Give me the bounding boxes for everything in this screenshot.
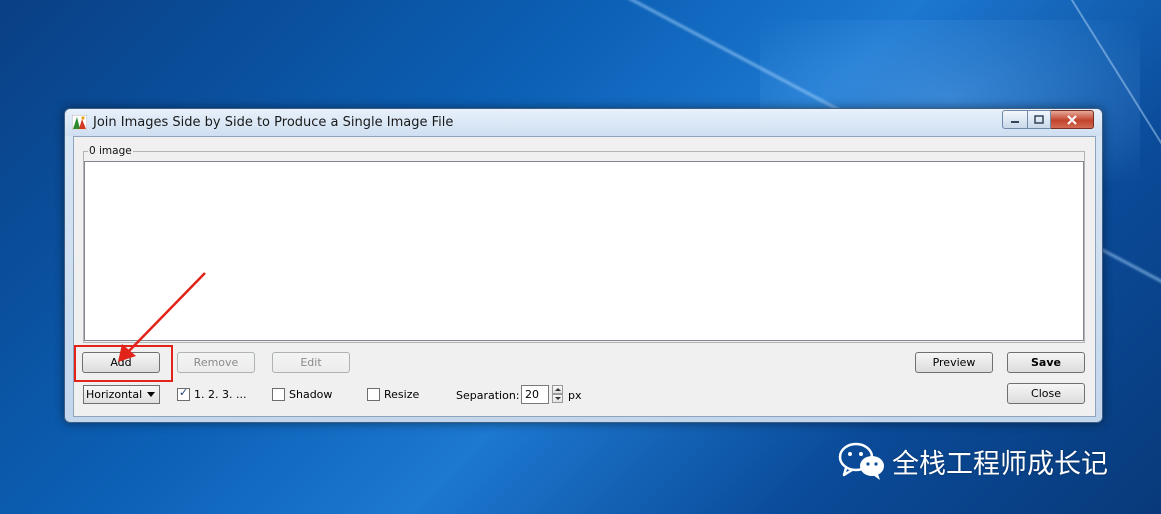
- close-icon: [1067, 114, 1077, 125]
- shadow-checkbox-box[interactable]: [272, 388, 285, 401]
- close-button[interactable]: Close: [1007, 383, 1085, 404]
- shadow-label: Shadow: [289, 388, 333, 401]
- minimize-icon: [1011, 120, 1019, 123]
- maximize-icon: [1034, 115, 1044, 124]
- image-count-label: 0 image: [88, 145, 133, 157]
- resize-checkbox-box[interactable]: [367, 388, 380, 401]
- preview-button[interactable]: Preview: [915, 352, 993, 373]
- add-button[interactable]: Add: [82, 352, 160, 373]
- separation-input[interactable]: 20: [521, 385, 549, 404]
- spin-up-icon[interactable]: [552, 385, 563, 394]
- close-window-button[interactable]: [1051, 110, 1094, 129]
- resize-label: Resize: [384, 388, 420, 401]
- numbering-checkbox-box[interactable]: ✓: [177, 386, 190, 401]
- title-bar[interactable]: Join Images Side by Side to Produce a Si…: [65, 109, 1102, 136]
- caption-buttons: [1002, 110, 1094, 129]
- remove-button[interactable]: Remove: [177, 352, 255, 373]
- window-title: Join Images Side by Side to Produce a Si…: [93, 115, 454, 130]
- separation-unit: px: [568, 389, 582, 402]
- spin-down-icon[interactable]: [552, 394, 563, 403]
- join-images-window: Join Images Side by Side to Produce a Si…: [64, 108, 1103, 423]
- chevron-down-icon: [147, 392, 155, 397]
- watermark-text: 全栈工程师成长记: [892, 448, 1108, 480]
- edit-button[interactable]: Edit: [272, 352, 350, 373]
- separation-label: Separation:: [456, 389, 520, 402]
- minimize-button[interactable]: [1002, 110, 1028, 129]
- separation-spinner[interactable]: [552, 385, 563, 404]
- maximize-button[interactable]: [1028, 110, 1051, 129]
- numbering-label: 1. 2. 3. ...: [194, 388, 247, 401]
- wechat-icon: [838, 442, 884, 480]
- shadow-checkbox[interactable]: Shadow: [272, 388, 332, 401]
- numbering-checkbox[interactable]: ✓ 1. 2. 3. ...: [177, 386, 247, 401]
- checkmark-icon: ✓: [179, 386, 189, 399]
- app-icon: [72, 115, 87, 130]
- save-button[interactable]: Save: [1007, 352, 1085, 373]
- watermark: 全栈工程师成长记: [838, 441, 1108, 481]
- orientation-select[interactable]: Horizontal: [83, 385, 160, 404]
- orientation-value: Horizontal: [86, 388, 143, 401]
- resize-checkbox[interactable]: Resize: [367, 388, 419, 401]
- separation-value: 20: [525, 388, 539, 401]
- window-client-area: 0 image Add Remove Edit Preview Save Hor…: [73, 136, 1096, 417]
- image-list[interactable]: [84, 161, 1084, 341]
